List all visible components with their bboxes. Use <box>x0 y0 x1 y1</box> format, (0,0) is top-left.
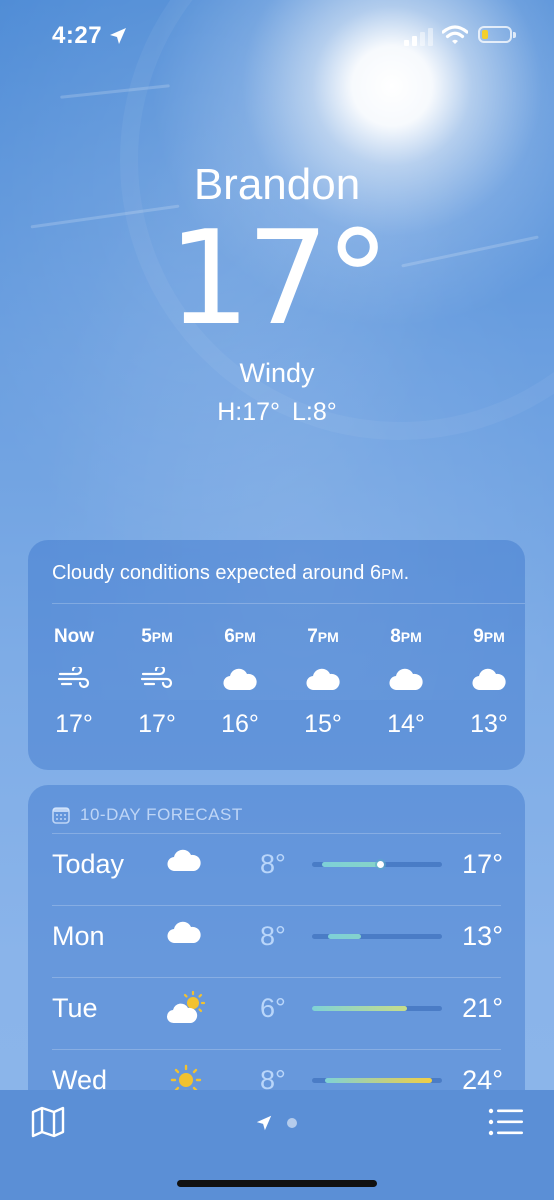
low-temp: L:8° <box>292 398 337 426</box>
hour-temp: 17° <box>138 710 176 738</box>
day-high-temp: 17° <box>462 849 503 879</box>
temperature-range-bar <box>328 934 361 939</box>
cloud-icon <box>166 919 202 950</box>
status-bar: 4:27 <box>0 0 554 74</box>
wind-icon <box>39 660 109 698</box>
temperature-range-track <box>312 934 442 939</box>
cloud-icon <box>371 660 441 698</box>
day-high-temp: 21° <box>462 993 503 1023</box>
hour-item: 9PM 13° <box>454 626 524 739</box>
location-list-icon[interactable] <box>488 1108 524 1136</box>
current-temp-dot <box>377 861 384 868</box>
page-indicator[interactable] <box>255 1114 297 1132</box>
hour-item: Now 17° <box>39 626 109 739</box>
high-temp: H:17° <box>217 398 281 426</box>
hourly-forecast-card[interactable]: Cloudy conditions expected around 6PM. N… <box>28 540 525 770</box>
location-arrow-icon <box>110 28 126 44</box>
current-temperature: 17° <box>167 202 390 354</box>
day-name: Mon <box>52 921 105 951</box>
hour-temp: 14° <box>387 710 425 738</box>
ten-day-title: 10-DAY FORECAST <box>80 805 243 824</box>
hour-temp: 17° <box>55 710 93 738</box>
hour-label: 5PM <box>141 626 173 647</box>
temperature-range-bar <box>322 862 379 867</box>
hour-temp: 13° <box>470 710 508 738</box>
calendar-icon <box>52 807 70 824</box>
cloud-icon <box>166 847 202 878</box>
temperature-range-bar <box>312 1006 407 1011</box>
day-low-temp: 8° <box>260 849 286 879</box>
wifi-icon <box>442 25 468 44</box>
battery-icon <box>478 26 516 43</box>
page-dot[interactable] <box>287 1118 297 1128</box>
condition-text: Windy <box>239 358 315 388</box>
ten-day-forecast-card[interactable]: 10-DAY FORECAST Today 8° 17° Mon 8° 13° Tue 6° 2… <box>28 785 525 1115</box>
forecast-day-row[interactable]: Tue 6° 21° <box>28 977 525 1049</box>
cellular-signal-icon <box>404 28 433 46</box>
forecast-day-row[interactable]: Today 8° 17° <box>28 833 525 905</box>
day-low-temp: 6° <box>260 993 286 1023</box>
hour-label: Now <box>53 626 95 647</box>
day-high-temp: 13° <box>462 921 503 951</box>
cloud-icon <box>454 660 524 698</box>
hour-label: 6PM <box>224 626 256 647</box>
divider <box>52 603 525 604</box>
temperature-range-track <box>312 1006 442 1011</box>
partly-sunny-icon <box>166 990 210 1030</box>
map-icon[interactable] <box>30 1106 66 1138</box>
cloud-icon <box>288 660 358 698</box>
status-time: 4:27 <box>52 22 103 49</box>
forecast-day-row[interactable]: Mon 8° 13° <box>28 905 525 977</box>
hour-temp: 16° <box>221 710 259 738</box>
hour-item: 8PM 14° <box>371 626 441 739</box>
hourly-summary: Cloudy conditions expected around 6PM. <box>52 562 410 584</box>
hour-temp: 15° <box>304 710 342 738</box>
day-name: Today <box>52 849 125 879</box>
day-name: Tue <box>52 993 98 1023</box>
hour-label: 8PM <box>390 626 422 647</box>
temperature-range-track <box>312 861 442 868</box>
wind-icon <box>122 660 192 698</box>
hour-item: 6PM 16° <box>205 626 275 739</box>
cloud-icon <box>205 660 275 698</box>
home-indicator[interactable] <box>177 1180 377 1187</box>
temperature-range-track <box>312 1078 442 1083</box>
hour-label: 9PM <box>473 626 505 647</box>
current-location-icon <box>256 1115 272 1131</box>
high-low: H:17° L:8° <box>0 398 554 427</box>
hour-item: 5PM 17° <box>122 626 192 739</box>
day-low-temp: 8° <box>260 921 286 951</box>
cloud-streak <box>60 84 170 99</box>
ten-day-header: 10-DAY FORECAST <box>52 805 243 825</box>
hour-label: 7PM <box>307 626 339 647</box>
hour-item: 7PM 15° <box>288 626 358 739</box>
temperature-range-bar <box>325 1078 432 1083</box>
